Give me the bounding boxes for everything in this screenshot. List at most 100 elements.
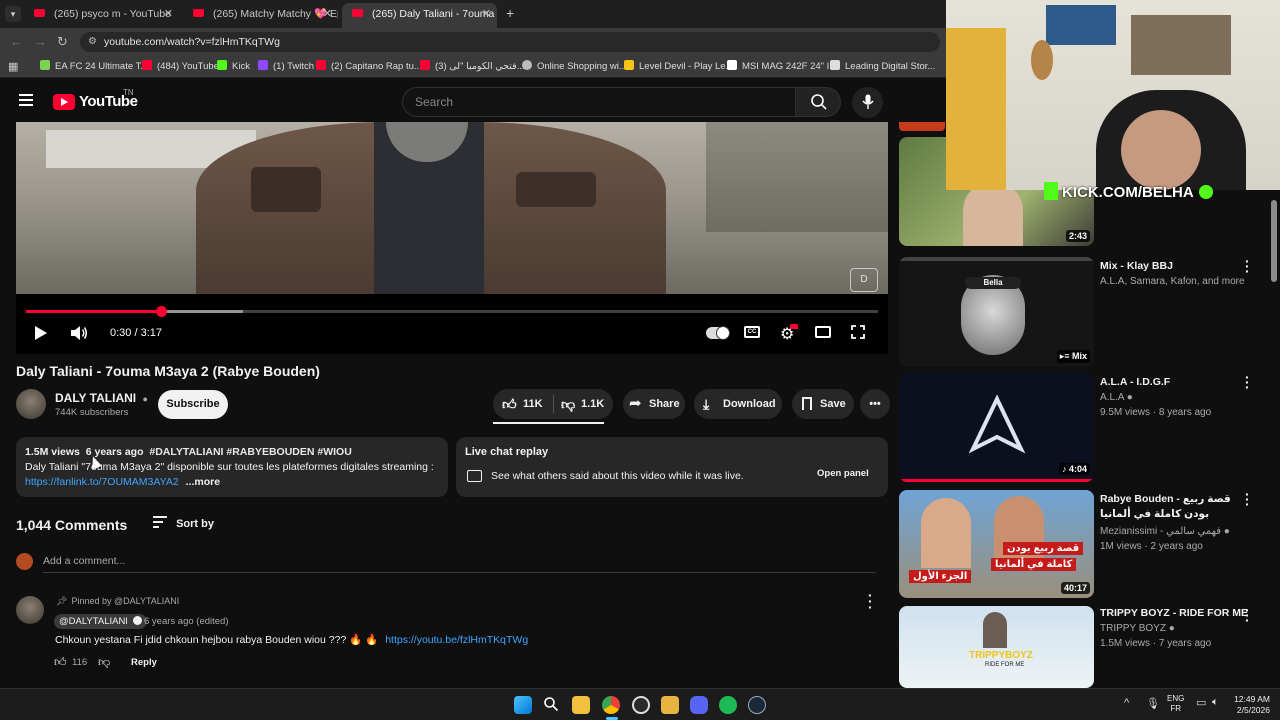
bookmark-item[interactable]: Leading Digital Stor...: [830, 60, 935, 74]
add-comment-input[interactable]: Add a comment...: [43, 553, 876, 573]
taskbar-mic-icon[interactable]: 🎙︎: [1146, 697, 1160, 710]
channel-avatar[interactable]: [16, 389, 46, 419]
comment-link[interactable]: https://youtu.be/fzlHmTKqTWg: [385, 634, 528, 646]
browser-tab-active[interactable]: (265) Daly Taliani - 7ouma M ✕: [342, 3, 497, 28]
recommendation-title[interactable]: Mix - Klay BBJ: [1100, 259, 1250, 274]
volume-button[interactable]: [70, 326, 88, 340]
recommendation-title[interactable]: TRIPPY BOYZ - RIDE FOR ME: [1100, 606, 1250, 621]
recommendation-title[interactable]: Rabye Bouden - قصة ربيع بودن كاملة في أل…: [1100, 492, 1250, 522]
fullscreen-button[interactable]: [850, 324, 866, 340]
bookmark-item[interactable]: MSI MAG 242F 24" I...: [727, 60, 837, 74]
clock[interactable]: 12:49 AM 2/5/2026: [1228, 694, 1270, 716]
volume-tray-icon[interactable]: 🔈︎: [1212, 696, 1219, 709]
bookmark-label: Level Devil - Play Le...: [639, 61, 734, 72]
forward-arrow-icon[interactable]: →: [34, 34, 47, 50]
voice-search-button[interactable]: [852, 87, 883, 118]
more-actions-button[interactable]: •••: [860, 389, 890, 419]
apps-grid-icon[interactable]: ▦: [8, 60, 18, 73]
recommendation-thumbnail[interactable]: TRIPPYBOYZ RIDE FOR ME: [899, 606, 1094, 688]
verified-icon: ●: [142, 394, 148, 404]
bookmark-item[interactable]: Kick: [217, 60, 250, 74]
comment-author-badge[interactable]: @DALYTALIANI: [54, 614, 147, 629]
bookmark-item[interactable]: (2) Capitano Rap tu...: [316, 60, 422, 74]
page-scrollbar[interactable]: [1271, 200, 1277, 282]
open-panel-button[interactable]: Open panel: [817, 468, 869, 479]
share-button[interactable]: ➦ Share: [623, 389, 685, 419]
file-explorer-icon[interactable]: [572, 696, 590, 714]
video-player[interactable]: D 0:30 / 3:17 CC ⚙: [16, 122, 888, 354]
obs-icon[interactable]: [632, 696, 650, 714]
show-hidden-icons-icon[interactable]: ^: [1124, 697, 1129, 709]
discord-icon[interactable]: [690, 696, 708, 714]
fullscreen-icon: [851, 325, 865, 339]
windows-start-icon[interactable]: [514, 696, 532, 714]
site-info-icon[interactable]: ⚙: [88, 32, 97, 52]
sort-by-button[interactable]: Sort by: [153, 516, 214, 530]
video-frame[interactable]: D: [16, 122, 888, 294]
taskbar-search-icon[interactable]: [543, 696, 561, 714]
browser-tab[interactable]: (265) Matchy Matchy 💖 Ep 79 ✕: [183, 3, 338, 25]
recommendation-menu-icon[interactable]: · · ·: [1245, 487, 1250, 511]
dislike-button[interactable]: 👎︎ 1.1K: [554, 389, 613, 419]
autoplay-toggle[interactable]: [706, 326, 730, 340]
browser-tab[interactable]: (265) psyco m - YouTube ✕: [24, 3, 179, 25]
save-button[interactable]: Save: [792, 389, 854, 419]
bookmark-item[interactable]: Online Shopping wi...: [522, 60, 627, 74]
search-button[interactable]: [795, 87, 841, 117]
subscribe-button[interactable]: Subscribe: [158, 390, 228, 419]
theater-mode-button[interactable]: [815, 326, 831, 338]
recommendation-menu-icon[interactable]: · · ·: [1245, 370, 1250, 394]
bookmark-item[interactable]: (484) YouTube: [142, 60, 219, 74]
webcam-guitar: [1031, 40, 1053, 80]
hamburger-menu-icon[interactable]: [19, 94, 33, 106]
close-tab-icon[interactable]: ✕: [482, 3, 491, 25]
network-icon[interactable]: ▭: [1196, 696, 1206, 709]
reload-icon[interactable]: ↻: [57, 34, 68, 50]
bookmark-item[interactable]: EA FC 24 Ultimate T...: [40, 60, 148, 74]
progress-bar[interactable]: [26, 306, 878, 317]
recommendation-menu-icon[interactable]: · · ·: [1245, 254, 1250, 278]
recommendation-channel: A.L.A, Samara, Kafon, and more: [1100, 276, 1245, 287]
more-link[interactable]: ...more: [186, 476, 220, 488]
thumbnail-person: [983, 612, 1007, 648]
commenter-avatar[interactable]: [16, 596, 44, 624]
thumbnail-caption: قصة ربيع بودن: [1003, 542, 1084, 555]
tab-search-dropdown[interactable]: ▾: [5, 6, 21, 22]
bookmark-item[interactable]: Level Devil - Play Le...: [624, 60, 734, 74]
chrome-icon[interactable]: [602, 696, 620, 714]
recommendation-thumbnail[interactable]: Bella ▸≡ Mix: [899, 257, 1094, 367]
bookmark-item[interactable]: (1) Twitch: [258, 60, 314, 74]
captions-button[interactable]: CC: [744, 326, 760, 338]
settings-button[interactable]: ⚙: [780, 324, 798, 344]
new-tab-button[interactable]: +: [506, 5, 514, 21]
steam-icon[interactable]: [748, 696, 766, 714]
description-box[interactable]: 1.5M views 6 years ago #DALYTALIANI #RAB…: [16, 437, 448, 497]
recommendation-title[interactable]: A.L.A - I.D.G.F: [1100, 375, 1250, 390]
bookmark-item[interactable]: (3) فتحي الكومبا "لى...: [420, 60, 525, 74]
close-tab-icon[interactable]: ✕: [164, 3, 173, 25]
url-field[interactable]: ⚙ youtube.com/watch?v=fzlHmTKqTWg: [80, 32, 940, 52]
download-button[interactable]: ⤓ Download: [694, 389, 782, 419]
comment-menu-icon[interactable]: · · ·: [868, 588, 873, 614]
reply-button[interactable]: Reply: [131, 657, 157, 668]
back-arrow-icon[interactable]: ←: [10, 34, 23, 50]
spotify-icon[interactable]: [719, 696, 737, 714]
fanlink[interactable]: https://fanlink.to/7OUMAM3AYA2: [25, 476, 179, 488]
search-input[interactable]: Search: [402, 87, 796, 117]
recommendation-thumbnail[interactable]: ♪ 4:04: [899, 373, 1094, 482]
close-tab-icon[interactable]: ✕: [323, 3, 332, 25]
scrubber-handle[interactable]: [156, 306, 168, 317]
mix-stack-edge: [899, 257, 1094, 261]
recommendation-thumbnail[interactable]: قصة ربيع بودن كاملة في ألمانيا الجزء الأ…: [899, 490, 1094, 598]
comment-dislike-button[interactable]: 👎︎: [98, 655, 110, 670]
channel-name[interactable]: DALY TALIANI ●: [55, 391, 148, 405]
like-button[interactable]: 👍︎ 11K: [493, 389, 553, 419]
play-button[interactable]: [34, 325, 48, 341]
recommendation-menu-icon[interactable]: · · ·: [1245, 603, 1250, 627]
webcam-shelf: [1131, 15, 1231, 75]
app-icon[interactable]: [661, 696, 679, 714]
comment-time[interactable]: 6 years ago (edited): [144, 616, 229, 627]
hashtags[interactable]: #DALYTALIANI #RABYEBOUDEN #WIOU: [149, 446, 351, 458]
comment-like-button[interactable]: 👍︎: [54, 655, 67, 670]
language-indicator[interactable]: ENG FR: [1167, 694, 1184, 714]
